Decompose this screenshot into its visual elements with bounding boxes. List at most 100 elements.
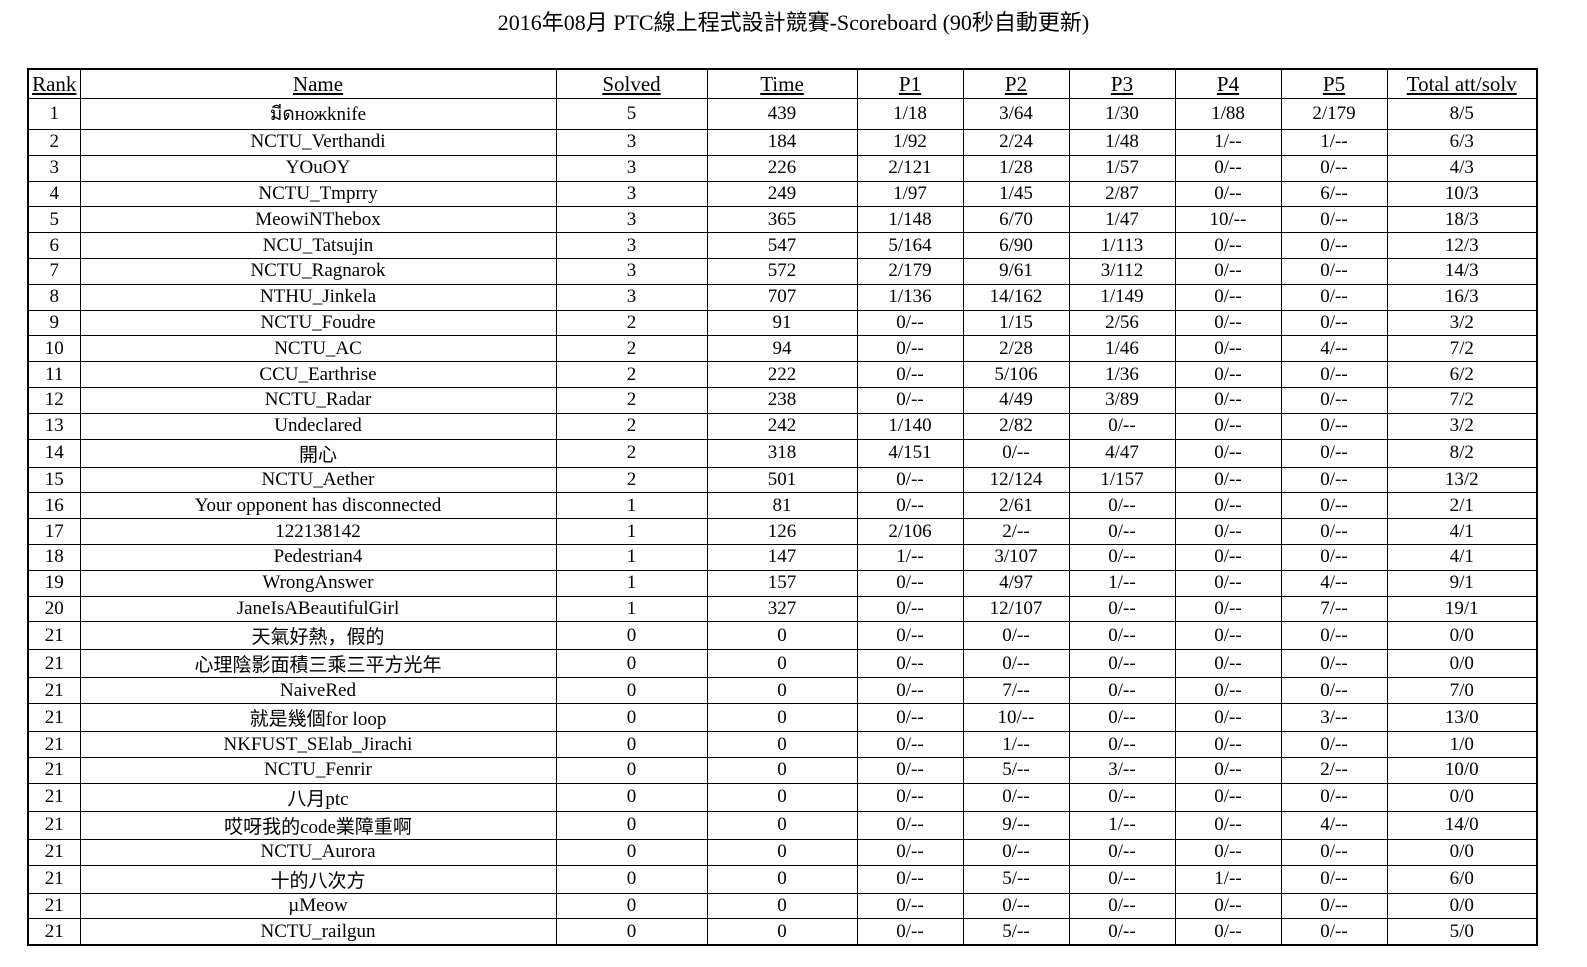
p2-cell: 10/-- [962, 703, 1070, 733]
p5-cell: 0/-- [1280, 518, 1388, 545]
total-column-header[interactable]: Total att/solv [1386, 68, 1538, 99]
p4-cell: 0/-- [1174, 466, 1282, 494]
rank-cell: 19 [27, 569, 81, 597]
p1-column-header[interactable]: P1 [856, 68, 964, 99]
table-row: 21 八月ptc 0 0 0/-- 0/-- 0/-- 0/-- 0/-- 0/0 [27, 782, 1538, 812]
p2-cell: 2/61 [962, 492, 1070, 520]
time-cell: 91 [706, 309, 858, 337]
p4-cell: 1/88 [1174, 98, 1282, 130]
time-cell: 0 [706, 782, 858, 812]
time-cell: 0 [706, 756, 858, 784]
table-row: 21 天氣好熱，假的 0 0 0/-- 0/-- 0/-- 0/-- 0/-- 0/0 [27, 621, 1538, 651]
total-cell: 9/1 [1386, 569, 1538, 597]
p5-cell: 0/-- [1280, 731, 1388, 758]
p3-column-header[interactable]: P3 [1068, 68, 1176, 99]
solved-cell: 3 [555, 129, 708, 156]
team-name-cell: Pedestrian4 [79, 543, 557, 571]
p1-cell: 5/164 [856, 232, 964, 259]
p5-cell: 6/-- [1280, 180, 1388, 208]
p5-cell: 2/179 [1280, 98, 1388, 130]
p5-cell: 0/-- [1280, 309, 1388, 337]
team-name-cell: NCTU_Fenrir [79, 756, 557, 784]
p2-cell: 2/82 [962, 412, 1070, 440]
team-name-cell: NCTU_Radar [79, 386, 557, 414]
p1-cell: 1/-- [856, 543, 964, 571]
p2-cell: 6/90 [962, 232, 1070, 259]
p4-cell: 0/-- [1174, 257, 1282, 285]
p2-cell: 5/-- [962, 918, 1070, 946]
rank-cell: 12 [27, 386, 81, 414]
solved-cell: 0 [555, 782, 708, 812]
p3-cell: 4/47 [1068, 438, 1176, 468]
total-cell: 13/0 [1386, 703, 1538, 733]
p5-cell: 3/-- [1280, 703, 1388, 733]
rank-cell: 4 [27, 180, 81, 208]
p3-cell: 0/-- [1068, 918, 1176, 946]
p2-cell: 0/-- [962, 649, 1070, 679]
p5-column-header[interactable]: P5 [1280, 68, 1388, 99]
rank-column-header[interactable]: Rank [27, 68, 81, 99]
table-row: 2 NCTU_Verthandi 3 184 1/92 2/24 1/48 1/-- 1/-- 6… [27, 129, 1538, 156]
table-row: 7 NCTU_Ragnarok 3 572 2/179 9/61 3/112 0/-- 0/--… [27, 257, 1538, 285]
time-cell: 501 [706, 466, 858, 494]
p4-cell: 0/-- [1174, 492, 1282, 520]
p2-column-header[interactable]: P2 [962, 68, 1070, 99]
rank-cell: 18 [27, 543, 81, 571]
team-name-cell: NCTU_railgun [79, 918, 557, 946]
team-name-cell: MeowiNThebox [79, 206, 557, 234]
table-row: 16 Your opponent has disconnected 1 81 0/-- 2… [27, 492, 1538, 520]
team-name-cell: YOuOY [79, 154, 557, 182]
p5-cell: 0/-- [1280, 677, 1388, 705]
p1-cell: 0/-- [856, 756, 964, 784]
p4-cell: 0/-- [1174, 283, 1282, 311]
total-cell: 0/0 [1386, 782, 1538, 812]
page-title: 2016年08月 PTC線上程式設計競賽-Scoreboard (90秒自動更新… [497, 10, 1090, 35]
solved-cell: 2 [555, 386, 708, 414]
p2-cell: 4/97 [962, 569, 1070, 597]
p5-cell: 0/-- [1280, 386, 1388, 414]
scoreboard-body: 1 มีดножknife 5 439 1/18 3/64 1/30 1/88 2/179 8/5… [27, 98, 1538, 946]
p2-cell: 3/107 [962, 543, 1070, 571]
p3-cell: 0/-- [1068, 838, 1176, 866]
p1-cell: 4/151 [856, 438, 964, 468]
rank-cell: 21 [27, 782, 81, 812]
total-cell: 3/2 [1386, 412, 1538, 440]
rank-cell: 21 [27, 838, 81, 866]
time-column-header[interactable]: Time [706, 68, 858, 99]
total-cell: 18/3 [1386, 206, 1538, 234]
p4-cell: 1/-- [1174, 864, 1282, 894]
p4-column-header[interactable]: P4 [1174, 68, 1282, 99]
p2-cell: 7/-- [962, 677, 1070, 705]
rank-cell: 2 [27, 129, 81, 156]
table-row: 4 NCTU_Tmprry 3 249 1/97 1/45 2/87 0/-- 6/-- 10/3 [27, 180, 1538, 208]
p3-cell: 0/-- [1068, 703, 1176, 733]
table-row: 11 CCU_Earthrise 2 222 0/-- 5/106 1/36 0/-- 0/--… [27, 361, 1538, 388]
p2-cell: 1/28 [962, 154, 1070, 182]
team-name-cell: NCTU_Tmprry [79, 180, 557, 208]
p1-cell: 0/-- [856, 918, 964, 946]
p4-cell: 1/-- [1174, 129, 1282, 156]
time-cell: 318 [706, 438, 858, 468]
solved-cell: 0 [555, 918, 708, 946]
time-cell: 0 [706, 731, 858, 758]
rank-cell: 21 [27, 756, 81, 784]
p2-cell: 12/124 [962, 466, 1070, 494]
rank-cell: 21 [27, 892, 81, 920]
solved-column-header[interactable]: Solved [555, 68, 708, 99]
p5-cell: 1/-- [1280, 129, 1388, 156]
p3-cell: 0/-- [1068, 864, 1176, 894]
p1-cell: 0/-- [856, 466, 964, 494]
p1-cell: 0/-- [856, 595, 964, 623]
rank-cell: 20 [27, 595, 81, 623]
rank-cell: 21 [27, 621, 81, 651]
p1-cell: 1/148 [856, 206, 964, 234]
table-row: 14 開心 2 318 4/151 0/-- 4/47 0/-- 0/-- 8/2 [27, 438, 1538, 468]
total-cell: 4/3 [1386, 154, 1538, 182]
p4-cell: 0/-- [1174, 309, 1282, 337]
table-row: 8 NTHU_Jinkela 3 707 1/136 14/162 1/149 0/-- 0/-… [27, 283, 1538, 311]
p2-cell: 5/-- [962, 756, 1070, 784]
p4-cell: 0/-- [1174, 335, 1282, 363]
time-cell: 94 [706, 335, 858, 363]
solved-cell: 2 [555, 361, 708, 388]
solved-cell: 2 [555, 335, 708, 363]
